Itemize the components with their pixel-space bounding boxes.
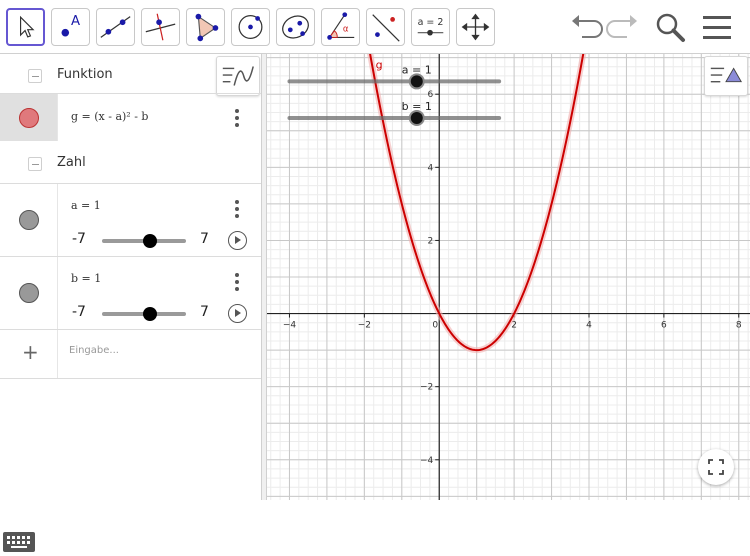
- algebra-view: Funktion g = (x - a)² - b Zahl a = 1 -7 …: [0, 54, 263, 552]
- y-tick-label: 6: [427, 90, 433, 100]
- collapse-icon[interactable]: [28, 69, 42, 83]
- play-icon[interactable]: [228, 231, 247, 250]
- visibility-toggle-a[interactable]: [19, 210, 39, 230]
- algebra-style-button[interactable]: [216, 56, 260, 96]
- function-definition[interactable]: g = (x - a)² - b: [71, 110, 148, 123]
- svg-text:a = 2: a = 2: [418, 17, 444, 28]
- slider-track-a[interactable]: [102, 234, 186, 248]
- y-tick-label: −2: [420, 383, 433, 393]
- svg-text:A: A: [71, 14, 80, 29]
- y-tick-label: −4: [420, 456, 434, 466]
- keyboard-button[interactable]: [3, 532, 35, 552]
- group-label: Funktion: [57, 67, 113, 82]
- move-graphics-tool-button[interactable]: [456, 8, 495, 46]
- point-tool-button[interactable]: A: [51, 8, 90, 46]
- cursor-arrow-icon: [19, 15, 35, 38]
- keyboard-icon: [7, 536, 30, 548]
- y-tick-label: 2: [427, 236, 433, 246]
- undo-button[interactable]: [566, 8, 606, 46]
- undo-icon: [572, 15, 603, 38]
- move-tool-button[interactable]: [6, 8, 45, 46]
- function-label: g: [376, 59, 383, 72]
- graphics-view[interactable]: −4 −2 0 2 4 6 8 −4 −2 2 4 6 g a = 1b = 1: [267, 54, 750, 500]
- function-curve-g: [369, 54, 585, 352]
- y-tick-label: 4: [427, 163, 433, 173]
- group-label: Zahl: [57, 155, 86, 170]
- slider-knob-a[interactable]: [143, 234, 157, 248]
- move-view-icon: [461, 13, 490, 41]
- x-tick-label: 6: [661, 321, 667, 331]
- svg-text:α: α: [343, 25, 349, 35]
- add-icon[interactable]: +: [22, 340, 39, 364]
- input-bar[interactable]: + Eingabe...: [0, 329, 262, 379]
- redo-button[interactable]: [603, 8, 643, 46]
- algebra-item-a[interactable]: a = 1 -7 7: [0, 183, 262, 257]
- conic-tool-button[interactable]: [276, 8, 315, 46]
- slider-track-b[interactable]: [102, 307, 186, 321]
- slider-icon: a = 2: [418, 17, 444, 36]
- slider-max-label: 7: [200, 231, 209, 247]
- play-icon[interactable]: [228, 304, 247, 323]
- polygon-tool-button[interactable]: [186, 8, 225, 46]
- visibility-toggle-b[interactable]: [19, 283, 39, 303]
- circle-tool-button[interactable]: [231, 8, 270, 46]
- menu-button[interactable]: [697, 8, 737, 46]
- group-header-zahl[interactable]: Zahl: [0, 144, 262, 182]
- visibility-toggle-g[interactable]: [19, 108, 39, 128]
- slider-tool-button[interactable]: a = 2: [411, 8, 450, 46]
- x-tick-label: 4: [586, 321, 592, 331]
- function-curve-glow: [367, 54, 587, 354]
- point-icon: A: [61, 14, 80, 37]
- more-options-icon[interactable]: [230, 198, 244, 220]
- x-tick-label: 8: [736, 321, 742, 331]
- toolbar: A α a = 2: [0, 0, 750, 54]
- x-tick-label: −4: [283, 321, 297, 331]
- search-button[interactable]: [650, 8, 690, 46]
- fullscreen-button[interactable]: [698, 449, 734, 485]
- collapse-icon[interactable]: [28, 157, 42, 171]
- reflect-icon: [372, 14, 400, 42]
- more-options-icon[interactable]: [230, 271, 244, 293]
- graphics-slider-knob-b[interactable]: [408, 109, 425, 126]
- more-options-icon[interactable]: [230, 107, 244, 129]
- line-tool-button[interactable]: [96, 8, 135, 46]
- angle-icon: α: [327, 12, 355, 40]
- x-tick-label: 0: [432, 321, 438, 331]
- reflect-tool-button[interactable]: [366, 8, 405, 46]
- polygon-icon: [195, 13, 219, 42]
- line-through-points-icon: [100, 16, 131, 38]
- slider-max-label: 7: [200, 304, 209, 320]
- sort-style-icon: [222, 66, 254, 86]
- input-placeholder[interactable]: Eingabe...: [69, 345, 119, 356]
- perpendicular-tool-button[interactable]: [141, 8, 180, 46]
- search-icon: [656, 13, 685, 42]
- angle-tool-button[interactable]: α: [321, 8, 360, 46]
- graphics-slider-knob-a[interactable]: [408, 73, 425, 90]
- graphics-style-button[interactable]: [704, 56, 748, 96]
- slider-knob-b[interactable]: [143, 307, 157, 321]
- slider-min-label: -7: [72, 231, 86, 247]
- menu-icon: [703, 16, 731, 39]
- redo-icon: [606, 15, 637, 38]
- slider-definition[interactable]: b = 1: [71, 272, 101, 285]
- algebra-item-b[interactable]: b = 1 -7 7: [0, 256, 262, 330]
- circle-center-point-icon: [238, 15, 263, 39]
- perpendicular-line-icon: [145, 13, 176, 41]
- slider-definition[interactable]: a = 1: [71, 199, 101, 212]
- ellipse-icon: [282, 15, 309, 39]
- graphics-style-icon: [710, 67, 743, 83]
- slider-min-label: -7: [72, 304, 86, 320]
- coordinate-plane[interactable]: −4 −2 0 2 4 6 8−4−2246g a = 1b = 1: [267, 54, 750, 500]
- x-tick-label: −2: [358, 321, 371, 331]
- fullscreen-icon: [708, 459, 724, 475]
- algebra-item-g[interactable]: g = (x - a)² - b: [0, 93, 262, 141]
